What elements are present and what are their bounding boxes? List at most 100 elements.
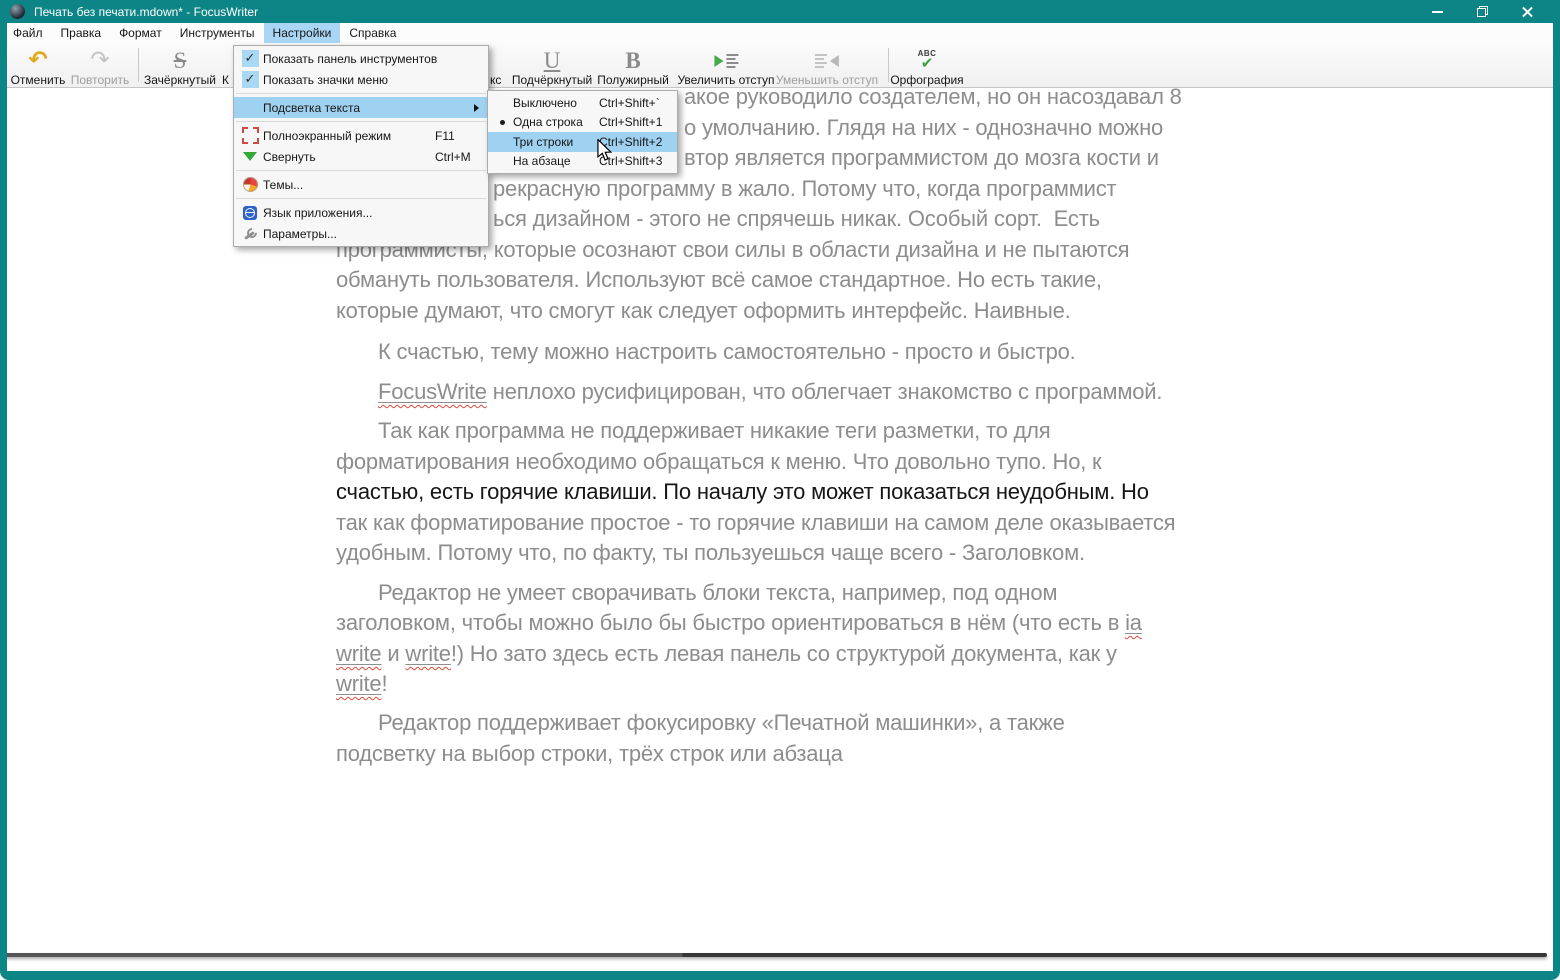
document-line-20: Редактор поддерживает фокусировку «Печат… bbox=[378, 710, 1065, 735]
menu-item-show-toolbar[interactable]: ✓ Показать панель инструментов bbox=[234, 48, 488, 69]
checkbox-checked-icon: ✓ bbox=[242, 71, 259, 88]
document-line-17: заголовком, чтобы можно было бы быстро о… bbox=[336, 610, 1142, 635]
document-line-13: счастью, есть горячие клавиши. По началу… bbox=[336, 479, 1149, 504]
document-line-18: write и write!) Но зато здесь есть левая… bbox=[336, 641, 1117, 666]
focuswriter-window: акое руководило создателем, но он насозд… bbox=[0, 0, 1560, 980]
misspelled-word: write bbox=[405, 641, 450, 666]
app-icon bbox=[10, 4, 25, 19]
submenu-item-label: Одна строка bbox=[513, 115, 599, 129]
title-bar[interactable]: Печать без печати.mdown* - FocusWriter bbox=[0, 0, 1560, 23]
submenu-item-shortcut: Ctrl+Shift+1 bbox=[599, 115, 662, 129]
menu-item-label: Темы... bbox=[263, 178, 435, 192]
menubar-item-Инструменты[interactable]: Инструменты bbox=[171, 23, 264, 43]
close-button[interactable] bbox=[1505, 0, 1550, 23]
toolbar-label: Увеличить отступ bbox=[677, 74, 774, 87]
menu-bar: ФайлПравкаФорматИнструментыНастройкиСпра… bbox=[0, 23, 1560, 43]
document-line-9: К счастью, тему можно настроить самостоя… bbox=[378, 339, 1076, 364]
menubar-item-Формат[interactable]: Формат bbox=[110, 23, 171, 43]
submenu-item-paragraph[interactable]: На абзацеCtrl+Shift+3 bbox=[488, 152, 677, 172]
menu-item-preferences[interactable]: Параметры... bbox=[234, 223, 488, 244]
toolbar-label: Зачёркнутый bbox=[144, 74, 216, 87]
menubar-item-Правка[interactable]: Правка bbox=[52, 23, 111, 43]
menu-item-shortcut: F11 bbox=[435, 129, 455, 143]
menu-item-shortcut: Ctrl+M bbox=[435, 150, 471, 164]
menu-item-label: Свернуть bbox=[263, 150, 435, 164]
spellcheck-icon: ABC✔ bbox=[918, 50, 937, 71]
menu-item-fullscreen[interactable]: Полноэкранный режимF11 bbox=[234, 125, 488, 146]
toolbar-button-occluded-right[interactable]: кс bbox=[490, 43, 501, 90]
toolbar-label: Подчёркнутый bbox=[512, 74, 592, 87]
menubar-item-Справка[interactable]: Справка bbox=[340, 23, 405, 43]
misspelled-word: FocusWrite bbox=[378, 379, 487, 404]
toolbar-button-spelling[interactable]: ABC✔Орфография bbox=[890, 43, 963, 90]
radio-selected-icon bbox=[500, 120, 505, 125]
menu-item-label: Параметры... bbox=[263, 227, 435, 241]
document-line-10: FocusWrite неплохо русифицирован, что об… bbox=[378, 379, 1162, 404]
horizontal-scrollbar[interactable] bbox=[3, 953, 1547, 957]
toolbar-button-redo[interactable]: ↷ Повторить bbox=[71, 43, 130, 90]
minimize-button[interactable] bbox=[1415, 0, 1460, 23]
undo-icon: ↶ bbox=[28, 49, 47, 72]
toolbar-button-underline[interactable]: U Подчёркнутый bbox=[512, 43, 592, 90]
window-controls bbox=[1415, 0, 1550, 23]
indent-decrease-icon bbox=[815, 54, 839, 68]
submenu-item-off[interactable]: ВыключеноCtrl+Shift+` bbox=[488, 93, 677, 113]
menu-item-themes[interactable]: Темы... bbox=[234, 174, 488, 195]
menubar-item-Файл[interactable]: Файл bbox=[4, 23, 52, 43]
submenu-item-label: Три строки bbox=[513, 135, 599, 149]
document-line-19: write! bbox=[336, 671, 387, 696]
misspelled-word: write bbox=[336, 671, 381, 696]
document-line-11: Так как программа не поддерживает никаки… bbox=[378, 418, 1051, 443]
submenu-item-one-line[interactable]: Одна строкаCtrl+Shift+1 bbox=[488, 113, 677, 133]
toolbar-button-indent-more[interactable]: Увеличить отступ bbox=[677, 43, 774, 90]
mouse-cursor bbox=[596, 139, 612, 167]
menubar-item-Настройки[interactable]: Настройки bbox=[264, 23, 341, 43]
toolbar-button-strikethrough[interactable]: S Зачёркнутый bbox=[144, 43, 216, 90]
toolbar-label: Полужирный bbox=[597, 74, 669, 87]
minimize-icon bbox=[243, 152, 257, 161]
document-line-2: о умолчанию. Глядя на них - однозначно м… bbox=[684, 115, 1163, 140]
misspelled-word: ia bbox=[1125, 610, 1142, 635]
document-line-14: так как форматирование простое - то горя… bbox=[336, 510, 1175, 535]
toolbar-button-indent-less[interactable]: Уменьшить отступ bbox=[776, 43, 878, 90]
restore-button[interactable] bbox=[1460, 0, 1505, 23]
menu-item-show-menu-icons[interactable]: ✓ Показать значки меню bbox=[234, 69, 488, 90]
submenu-item-three-lines[interactable]: Три строкиCtrl+Shift+2 bbox=[488, 132, 677, 152]
underline-icon: U bbox=[544, 49, 561, 72]
toolbar-button-occluded-left[interactable]: К bbox=[222, 43, 229, 90]
toolbar-button-bold[interactable]: B Полужирный bbox=[597, 43, 669, 90]
toolbar-label: Повторить bbox=[71, 74, 130, 87]
menu-item-minimize[interactable]: СвернутьCtrl+M bbox=[234, 146, 488, 167]
redo-icon: ↷ bbox=[90, 49, 109, 72]
menu-separator bbox=[236, 93, 486, 94]
menu-item-label: Язык приложения... bbox=[263, 206, 435, 220]
menu-item-label: Показать значки меню bbox=[263, 73, 435, 87]
checkbox-checked-icon: ✓ bbox=[242, 50, 259, 67]
menu-separator bbox=[236, 198, 486, 199]
indent-increase-icon bbox=[714, 54, 738, 68]
submenu-arrow-icon bbox=[474, 104, 479, 112]
preferences-icon bbox=[243, 227, 258, 241]
toolbar-separator bbox=[138, 48, 139, 82]
menu-item-label: Показать панель инструментов bbox=[263, 52, 435, 66]
menu-item-label: Полноэкранный режим bbox=[263, 129, 435, 143]
fullscreen-icon bbox=[242, 127, 259, 144]
document-line-15: удобным. Потому что, по факту, ты пользу… bbox=[336, 540, 1085, 565]
document-line-7: обмануть пользователя. Используют всё са… bbox=[336, 267, 1102, 292]
settings-menu: ✓ Показать панель инструментов ✓ Показать з… bbox=[233, 45, 489, 247]
toolbar-label: Отменить bbox=[11, 74, 66, 87]
toolbar-button-undo[interactable]: ↶ Отменить bbox=[11, 43, 66, 90]
misspelled-word: write bbox=[336, 641, 381, 666]
menu-item-app-language[interactable]: Язык приложения... bbox=[234, 202, 488, 223]
strikethrough-icon: S bbox=[174, 49, 187, 72]
restore-icon bbox=[1477, 6, 1488, 17]
toolbar-label: Уменьшить отступ bbox=[776, 74, 878, 87]
highlight-submenu: ВыключеноCtrl+Shift+`Одна строкаCtrl+Shi… bbox=[487, 90, 678, 174]
document-line-8: которые думают, что смогут как следует о… bbox=[336, 298, 1071, 323]
menu-item-text-highlight[interactable]: Подсветка текста bbox=[234, 97, 488, 118]
language-icon bbox=[243, 206, 257, 220]
bold-icon: B bbox=[625, 49, 640, 72]
window-title: Печать без печати.mdown* - FocusWriter bbox=[34, 5, 258, 19]
document-line-16: Редактор не умеет сворачивать блоки текс… bbox=[378, 580, 1057, 605]
submenu-item-label: На абзаце bbox=[513, 154, 599, 168]
